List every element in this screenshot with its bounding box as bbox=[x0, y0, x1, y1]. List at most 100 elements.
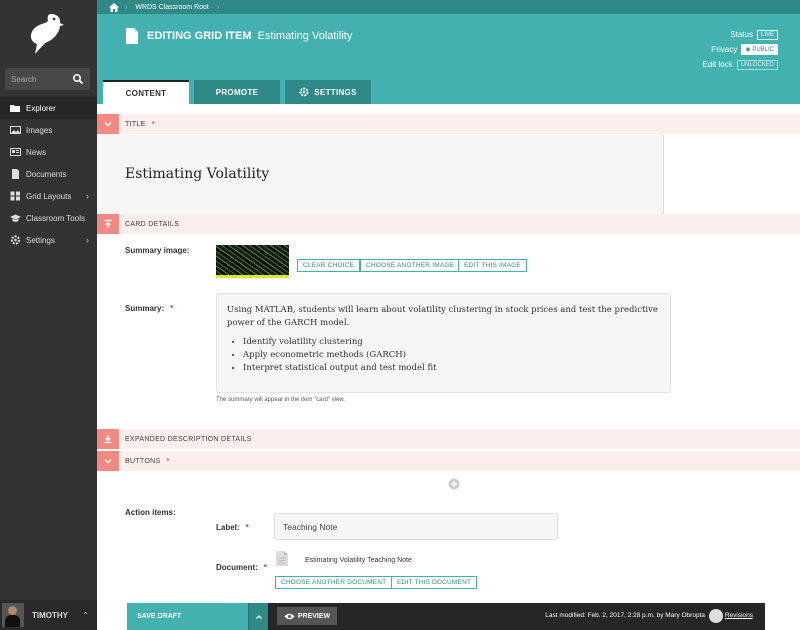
sidebar-item-label: Settings bbox=[26, 235, 55, 245]
add-block-icon[interactable] bbox=[448, 478, 460, 490]
chevron-down-icon bbox=[104, 122, 112, 127]
document-icon bbox=[276, 551, 288, 566]
choose-another-document-button[interactable]: CHOOSE ANOTHER DOCUMENT bbox=[275, 576, 393, 589]
expand-down-icon bbox=[104, 435, 112, 444]
section-buttons[interactable]: BUTTONS * bbox=[97, 451, 800, 471]
section-title[interactable]: TITLE * bbox=[97, 114, 800, 134]
eye-icon bbox=[284, 613, 295, 619]
sidebar-item-settings[interactable]: Settings › bbox=[0, 229, 97, 251]
summary-bullet-list: Identify volatility clustering Apply eco… bbox=[243, 336, 660, 376]
required-mark: * bbox=[151, 119, 155, 129]
preview-label: PREVIEW bbox=[297, 612, 331, 620]
tab-label: SETTINGS bbox=[314, 87, 357, 97]
avatar bbox=[2, 603, 24, 627]
sidebar-item-label: Grid Layouts bbox=[26, 191, 72, 201]
tab-bar: CONTENT PROMOTE SETTINGS bbox=[103, 80, 376, 104]
tab-content[interactable]: CONTENT bbox=[103, 80, 189, 104]
required-mark: * bbox=[166, 456, 170, 466]
editing-label: EDITING GRID ITEM bbox=[147, 30, 252, 42]
summary-image-thumbnail[interactable] bbox=[216, 245, 289, 278]
tab-promote[interactable]: PROMOTE bbox=[194, 80, 280, 104]
sidebar-item-label: Classroom Tools bbox=[26, 213, 85, 223]
breadcrumb-item[interactable]: WRDS Classroom Root bbox=[135, 4, 209, 11]
revisions-link[interactable]: Revisions bbox=[725, 612, 753, 619]
choose-another-image-button[interactable]: CHOOSE ANOTHER IMAGE bbox=[360, 259, 461, 272]
page-header: EDITING GRID ITEM Estimating Volatility … bbox=[97, 14, 800, 104]
title-value: Estimating Volatility bbox=[125, 166, 270, 182]
user-name: TIMOTHY bbox=[32, 610, 68, 620]
label-field-label-text: Label: bbox=[216, 523, 240, 532]
button-label-input[interactable] bbox=[274, 513, 558, 540]
action-items-label: Action items: bbox=[125, 508, 176, 517]
search-icon[interactable] bbox=[72, 73, 84, 85]
document-field-label-text: Document: bbox=[216, 563, 258, 572]
cog-icon bbox=[10, 235, 21, 245]
save-draft-button[interactable]: SAVE DRAFT bbox=[127, 603, 248, 630]
sidebar-item-news[interactable]: News bbox=[0, 141, 97, 163]
breadcrumb-separator-icon: › bbox=[125, 3, 128, 11]
privacy-badge[interactable]: ◉ PUBLIC bbox=[741, 44, 778, 55]
privacy-label: Privacy bbox=[711, 45, 738, 54]
more-actions-toggle[interactable] bbox=[248, 603, 268, 630]
label-field-label: Label: * bbox=[216, 523, 249, 532]
tab-settings[interactable]: SETTINGS bbox=[285, 80, 371, 104]
edit-lock-badge[interactable]: UNLOCKED bbox=[736, 59, 778, 70]
breadcrumb: › WRDS Classroom Root › bbox=[97, 0, 800, 14]
document-icon bbox=[12, 169, 19, 179]
sidebar-item-images[interactable]: Images bbox=[0, 119, 97, 141]
sidebar-item-classroom-tools[interactable]: Classroom Tools bbox=[0, 207, 97, 229]
summary-label-text: Summary: bbox=[125, 304, 165, 313]
search-box bbox=[5, 68, 90, 90]
search-input[interactable] bbox=[5, 68, 69, 90]
sidebar-item-label: News bbox=[26, 147, 47, 157]
summary-label: Summary: * bbox=[125, 304, 173, 313]
sidebar-item-grid-layouts[interactable]: Grid Layouts › bbox=[0, 185, 97, 207]
sidebar-item-label: Explorer bbox=[26, 103, 56, 113]
chevron-right-icon: › bbox=[86, 191, 89, 201]
graduation-cap-icon bbox=[10, 214, 21, 222]
image-icon bbox=[10, 126, 21, 134]
sidebar-item-documents[interactable]: Documents bbox=[0, 163, 97, 185]
section-label: TITLE bbox=[125, 120, 146, 128]
required-mark: * bbox=[263, 563, 267, 572]
chevron-down-icon bbox=[104, 459, 112, 464]
sidebar-item-label: Images bbox=[26, 125, 53, 135]
avatar bbox=[709, 609, 723, 623]
wagtail-bird-logo[interactable] bbox=[27, 12, 67, 56]
sidebar-nav: Explorer Images News Documents Grid Layo… bbox=[0, 97, 97, 251]
edit-this-document-button[interactable]: EDIT THIS DOCUMENT bbox=[391, 576, 478, 589]
home-icon[interactable] bbox=[109, 2, 119, 12]
collapse-toggle[interactable] bbox=[97, 451, 119, 471]
required-mark: * bbox=[245, 523, 249, 532]
summary-text: Using MATLAB, students will learn about … bbox=[227, 305, 658, 328]
preview-button[interactable]: PREVIEW bbox=[277, 607, 337, 625]
app-root: Explorer Images News Documents Grid Layo… bbox=[0, 0, 800, 630]
section-label: BUTTONS bbox=[125, 457, 161, 465]
summary-image-label: Summary image: bbox=[125, 246, 190, 255]
edit-form: TITLE * Estimating Volatility CARD DETAI… bbox=[97, 104, 800, 630]
title-field[interactable]: Estimating Volatility bbox=[97, 135, 664, 214]
document-name: Estimating Volatility Teaching Note bbox=[305, 557, 412, 564]
clear-choice-button[interactable]: CLEAR CHOICE bbox=[297, 259, 361, 272]
section-expanded-description[interactable]: EXPANDED DESCRIPTION DETAILS bbox=[97, 429, 800, 449]
collapse-toggle[interactable] bbox=[97, 214, 119, 234]
user-menu[interactable]: TIMOTHY ⌃ bbox=[0, 600, 97, 630]
sidebar-item-explorer[interactable]: Explorer bbox=[0, 97, 97, 119]
collapse-up-icon bbox=[104, 219, 112, 228]
summary-help-text: The summary will appear in the item "car… bbox=[216, 397, 345, 403]
collapse-toggle[interactable] bbox=[97, 114, 119, 134]
summary-editor[interactable]: Using MATLAB, students will learn about … bbox=[216, 293, 671, 393]
action-footer: SAVE DRAFT PREVIEW Last modified: Feb. 2… bbox=[127, 603, 765, 630]
list-item: Interpret statistical output and test mo… bbox=[243, 362, 660, 375]
document-icon bbox=[126, 28, 138, 44]
page-title: EDITING GRID ITEM Estimating Volatility bbox=[147, 30, 352, 42]
sidebar-item-label: Documents bbox=[26, 169, 67, 179]
list-item: Apply econometric methods (GARCH) bbox=[243, 349, 660, 362]
section-card-details[interactable]: CARD DETAILS bbox=[97, 214, 800, 234]
section-label: CARD DETAILS bbox=[125, 220, 180, 228]
chevron-up-icon: ⌃ bbox=[82, 610, 89, 620]
edit-lock-label: Edit lock bbox=[702, 60, 733, 69]
status-badge[interactable]: LIVE bbox=[756, 29, 778, 40]
collapse-toggle[interactable] bbox=[97, 429, 119, 449]
edit-this-image-button[interactable]: EDIT THIS IMAGE bbox=[458, 259, 527, 272]
